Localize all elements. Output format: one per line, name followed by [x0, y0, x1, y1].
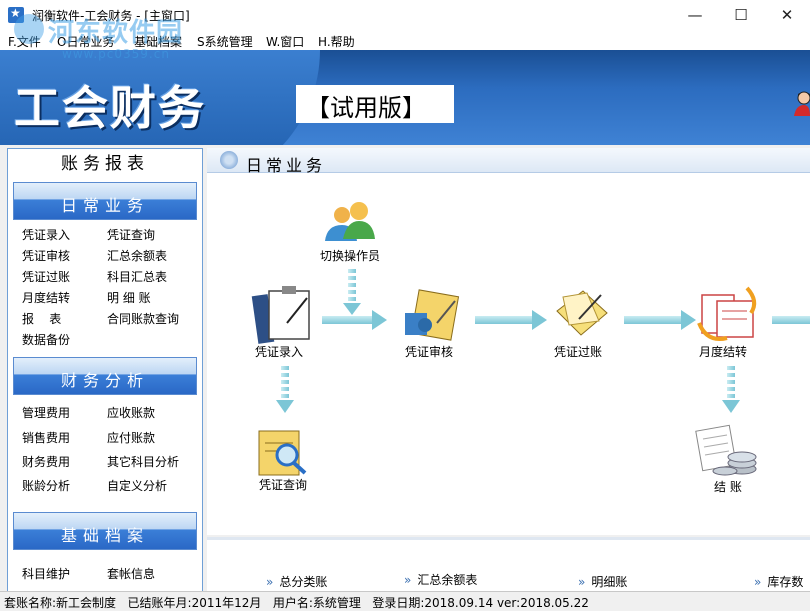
- minimize-button[interactable]: —: [672, 0, 718, 30]
- link-finance-expense[interactable]: 财务费用: [22, 453, 70, 470]
- voucher-entry-label[interactable]: 凭证录入: [255, 343, 303, 360]
- link-aging-analysis[interactable]: 账龄分析: [22, 477, 70, 494]
- link-general-ledger[interactable]: » 总分类账: [266, 573, 327, 590]
- section-basic-archives[interactable]: 基础档案: [13, 512, 197, 550]
- link-balance-table[interactable]: » 汇总余额表: [404, 571, 477, 588]
- link-voucher-query[interactable]: 凭证查询: [107, 226, 155, 243]
- voucher-review-icon: [405, 289, 460, 341]
- link-balance-summary[interactable]: 汇总余额表: [107, 247, 167, 264]
- link-month-end[interactable]: 月度结转: [22, 289, 70, 306]
- section-daily-business[interactable]: 日常业务: [13, 182, 197, 220]
- bullet-icon: »: [578, 575, 586, 589]
- closing-label[interactable]: 结 账: [714, 478, 742, 495]
- arrow-monthend-to-close: [722, 366, 740, 413]
- link-detail-account[interactable]: » 明细账: [578, 573, 627, 590]
- status-closed-label: 已结账年月:: [127, 596, 192, 610]
- link-sales-expense[interactable]: 销售费用: [22, 429, 70, 446]
- status-account-label: 套账名称:: [4, 596, 57, 610]
- voucher-query-label[interactable]: 凭证查询: [259, 476, 307, 493]
- switch-operator-icon: [325, 202, 375, 241]
- bullet-icon: »: [754, 575, 762, 589]
- status-account: 新工会制度: [56, 596, 117, 610]
- link-custom-analysis[interactable]: 自定义分析: [107, 477, 167, 494]
- banner-title: 工会财务: [14, 81, 206, 135]
- gear-icon: [220, 151, 238, 169]
- link-voucher-review[interactable]: 凭证审核: [22, 247, 70, 264]
- link-detail-ledger[interactable]: 明 细 账: [107, 289, 151, 306]
- link-account-maintenance[interactable]: 科目维护: [22, 565, 70, 582]
- status-text: 套账名称:新工会制度 已结账年月:2011年12月 用户名:系统管理 登录日期:…: [4, 594, 589, 611]
- status-login-label: 登录日期:: [372, 596, 425, 610]
- month-end-icon: [697, 286, 757, 341]
- maximize-button[interactable]: ☐: [718, 0, 764, 30]
- link-voucher-entry[interactable]: 凭证录入: [22, 226, 70, 243]
- link-payables[interactable]: 应付账款: [107, 429, 155, 446]
- sidebar-title: 账务报表: [61, 154, 149, 174]
- link-reports[interactable]: 报 表: [22, 310, 61, 327]
- link-account-summary[interactable]: 科目汇总表: [107, 268, 167, 285]
- voucher-query-icon: [258, 430, 307, 476]
- arrow-review-to-posting: [475, 310, 547, 330]
- arrow-operator-down: [343, 269, 361, 315]
- arrow-entry-to-query: [276, 366, 294, 413]
- link-data-backup[interactable]: 数据备份: [22, 331, 70, 348]
- menu-system[interactable]: S系统管理: [197, 33, 253, 50]
- arrow-entry-to-review: [322, 310, 387, 330]
- status-version-label: ver:: [496, 596, 521, 610]
- link-receivables[interactable]: 应收账款: [107, 404, 155, 421]
- section-title: 财务分析: [60, 371, 149, 390]
- menu-help[interactable]: H.帮助: [318, 33, 355, 50]
- link-account-set-info[interactable]: 套帐信息: [107, 565, 155, 582]
- status-closed: 2011年12月: [191, 596, 262, 610]
- status-user-label: 用户名:: [272, 596, 313, 610]
- voucher-posting-icon: [556, 290, 608, 336]
- watermark-text: 河东软件园: [48, 18, 184, 48]
- link-admin-expense[interactable]: 管理费用: [22, 404, 70, 421]
- status-login: 2018.09.14: [424, 596, 494, 610]
- voucher-entry-icon: [251, 286, 310, 344]
- close-button[interactable]: ✕: [764, 0, 810, 30]
- month-end-label[interactable]: 月度结转: [699, 343, 747, 360]
- section-title: 基础档案: [60, 526, 149, 545]
- voucher-review-label[interactable]: 凭证审核: [405, 343, 453, 360]
- arrow-monthend-continue: [772, 316, 810, 324]
- watermark-url: www.pc0359.cn: [62, 47, 170, 61]
- closing-icon: [695, 424, 757, 476]
- status-version: 2018.05.22: [520, 596, 589, 610]
- voucher-posting-label[interactable]: 凭证过账: [554, 343, 602, 360]
- watermark-logo: [14, 14, 44, 44]
- link-contract-query[interactable]: 合同账款查询: [107, 310, 179, 327]
- link-inventory[interactable]: » 库存数: [754, 573, 803, 590]
- switch-operator-label[interactable]: 切换操作员: [320, 247, 380, 264]
- menu-window[interactable]: W.窗口: [266, 33, 304, 50]
- link-other-accounts[interactable]: 其它科目分析: [107, 453, 179, 470]
- edition-label: 【试用版】: [306, 94, 426, 122]
- arrow-posting-to-monthend: [624, 310, 696, 330]
- link-voucher-posting[interactable]: 凭证过账: [22, 268, 70, 285]
- section-title: 日常业务: [60, 196, 149, 215]
- status-user: 系统管理: [312, 596, 361, 610]
- bullet-icon: »: [266, 575, 274, 589]
- user-icon: [794, 91, 810, 116]
- section-financial-analysis[interactable]: 财务分析: [13, 357, 197, 395]
- bullet-icon: »: [404, 573, 412, 587]
